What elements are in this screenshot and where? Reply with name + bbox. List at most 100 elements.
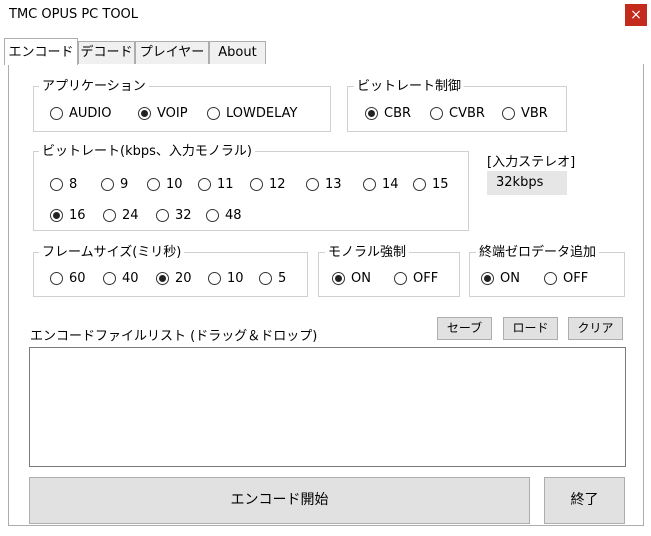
radio-zero-pad-off[interactable]: OFF [544,269,588,287]
radio-label: ON [351,270,371,286]
radio-selected-icon [481,271,494,285]
radio-icon [430,106,443,120]
radio-label: 11 [217,176,234,192]
radio-selected-icon [332,271,345,285]
radio-label: 5 [278,270,287,286]
radio-label: 20 [175,270,192,286]
radio-application-audio[interactable]: AUDIO [50,104,112,122]
radio-bitrate-control-cvbr[interactable]: CVBR [430,104,485,122]
radio-zero-pad-on[interactable]: ON [481,269,520,287]
radio-label: 13 [325,176,342,192]
zero-pad-legend: 終端ゼロデータ追加 [476,245,600,261]
close-button[interactable]: × [625,4,647,26]
radio-selected-icon [50,208,63,222]
radio-bitrate-control-cbr[interactable]: CBR [365,104,411,122]
radio-bitrate-48[interactable]: 48 [206,206,242,224]
tab-encode[interactable]: エンコード [4,38,78,65]
window-title: TMC OPUS PC TOOL [9,7,139,22]
clear-button[interactable]: クリア [568,317,623,340]
file-list-label: エンコードファイルリスト (ドラッグ＆ドロップ) [30,329,318,344]
radio-bitrate-9[interactable]: 9 [101,175,128,193]
radio-label: VOIP [157,105,188,121]
radio-label: OFF [413,270,439,286]
radio-icon [544,271,557,285]
radio-application-lowdelay[interactable]: LOWDELAY [207,104,297,122]
radio-label: 40 [122,270,139,286]
radio-label: ON [500,270,520,286]
start-encode-button[interactable]: エンコード開始 [29,477,530,524]
radio-selected-icon [156,271,169,285]
radio-icon [50,106,63,120]
radio-mono-off[interactable]: OFF [394,269,438,287]
radio-label: 15 [432,176,449,192]
radio-bitrate-13[interactable]: 13 [306,175,342,193]
tab-player[interactable]: プレイヤー [135,41,209,64]
radio-icon [306,177,319,191]
radio-icon [502,106,515,120]
radio-label: 60 [69,270,86,286]
radio-label: CVBR [449,105,485,121]
radio-icon [103,208,116,222]
radio-label: 10 [227,270,244,286]
radio-bitrate-control-vbr[interactable]: VBR [502,104,548,122]
radio-selected-icon [365,106,378,120]
radio-label: OFF [563,270,589,286]
exit-button[interactable]: 終了 [544,477,625,524]
radio-frame-5[interactable]: 5 [259,269,286,287]
radio-mono-on[interactable]: ON [332,269,371,287]
radio-label: LOWDELAY [226,105,298,121]
radio-label: CBR [384,105,412,121]
radio-label: 10 [166,176,183,192]
radio-icon [101,177,114,191]
tab-about[interactable]: About [209,41,266,64]
tab-decode[interactable]: デコード [78,41,135,64]
radio-label: 16 [69,207,86,223]
radio-icon [208,271,221,285]
radio-icon [363,177,376,191]
radio-bitrate-32[interactable]: 32 [156,206,192,224]
radio-label: 14 [382,176,399,192]
title-bar: TMC OPUS PC TOOL × [0,0,651,31]
radio-frame-60[interactable]: 60 [50,269,86,287]
radio-icon [156,208,169,222]
radio-bitrate-12[interactable]: 12 [250,175,286,193]
radio-frame-20[interactable]: 20 [156,269,192,287]
stereo-label: [入力ステレオ] [487,155,576,170]
radio-icon [394,271,407,285]
close-icon: × [630,7,642,23]
radio-bitrate-14[interactable]: 14 [363,175,399,193]
application-legend: アプリケーション [39,79,149,95]
frame-size-legend: フレームサイズ(ミリ秒) [39,245,185,261]
radio-icon [50,177,63,191]
radio-icon [413,177,426,191]
radio-icon [50,271,63,285]
radio-frame-10[interactable]: 10 [208,269,244,287]
mono-force-legend: モノラル強制 [325,245,410,261]
radio-icon [147,177,160,191]
radio-bitrate-10[interactable]: 10 [147,175,183,193]
radio-bitrate-11[interactable]: 11 [198,175,234,193]
radio-label: 9 [120,176,129,192]
save-button[interactable]: セーブ [437,317,492,340]
file-listbox[interactable] [29,347,626,467]
radio-frame-40[interactable]: 40 [103,269,139,287]
radio-icon [198,177,211,191]
load-button[interactable]: ロード [503,317,558,340]
radio-icon [207,106,220,120]
radio-label: AUDIO [69,105,112,121]
radio-icon [259,271,272,285]
radio-selected-icon [138,106,151,120]
radio-application-voip[interactable]: VOIP [138,104,188,122]
radio-label: 8 [69,176,78,192]
radio-bitrate-15[interactable]: 15 [413,175,449,193]
radio-icon [206,208,219,222]
radio-label: 48 [225,207,242,223]
bitrate-control-legend: ビットレート制御 [354,79,465,95]
radio-bitrate-8[interactable]: 8 [50,175,77,193]
bitrate-legend: ビットレート(kbps、入力モノラル) [39,144,255,160]
radio-label: 32 [175,207,192,223]
radio-label: 24 [122,207,139,223]
radio-bitrate-16[interactable]: 16 [50,206,86,224]
radio-label: VBR [521,105,548,121]
radio-bitrate-24[interactable]: 24 [103,206,139,224]
